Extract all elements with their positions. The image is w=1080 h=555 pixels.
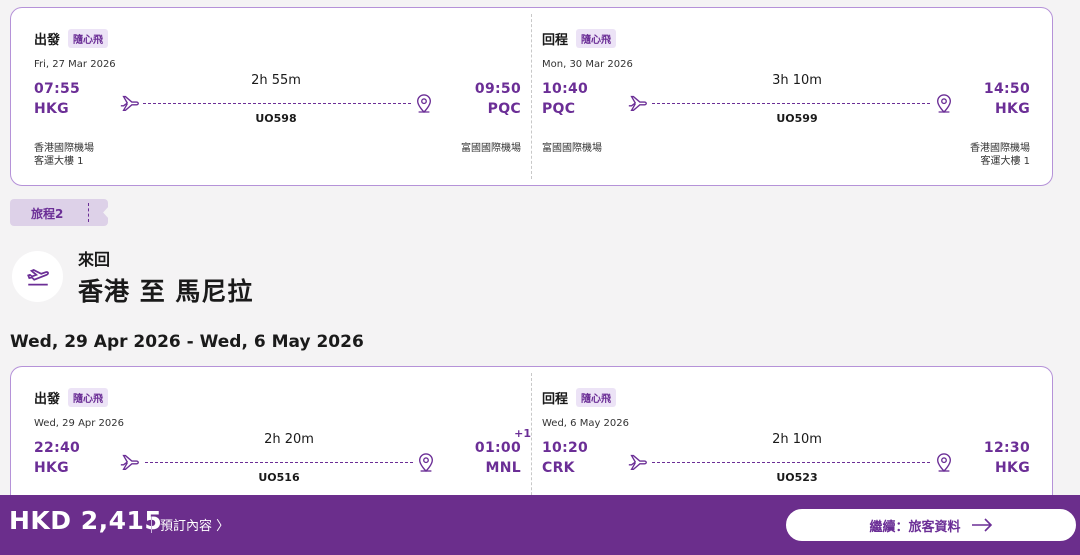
trip1-inbound: 回程 隨心飛 Mon, 30 Mar 2026 10:40 PQC 3h 10m…	[532, 8, 1052, 185]
flight-date: Wed, 6 May 2026	[542, 418, 630, 429]
plane-icon	[628, 95, 647, 112]
continue-label: 繼續：旅客資料	[869, 519, 961, 535]
arrow-right-icon	[971, 518, 992, 532]
location-pin-icon	[937, 94, 951, 113]
location-pin-icon	[419, 453, 433, 472]
day-offset: +1	[514, 427, 531, 440]
fare-badge: 隨心飛	[68, 388, 109, 407]
departure-time: 10:40	[542, 81, 589, 97]
arrival-time: 09:50	[474, 81, 521, 97]
plane-icon	[120, 95, 139, 112]
trip2-tab: 旅程2	[10, 199, 108, 226]
route-line	[652, 462, 930, 463]
departure-airport: 富國國際機場	[542, 143, 602, 154]
arrival-code: PQC	[487, 101, 521, 117]
location-pin-icon	[937, 453, 951, 472]
trip1-card: 出發 隨心飛 Fri, 27 Mar 2026 07:55 HKG 2h 55m…	[10, 7, 1053, 186]
flight-date: Mon, 30 Mar 2026	[542, 59, 633, 70]
divider	[151, 517, 152, 533]
departure-code: CRK	[542, 460, 575, 476]
departure-code: HKG	[34, 101, 69, 117]
leg-title: 出發	[34, 33, 61, 48]
leg-title: 回程	[542, 33, 569, 48]
arrival-code: HKG	[995, 460, 1030, 476]
route-line	[652, 103, 930, 104]
departure-time: 10:20	[542, 440, 589, 456]
leg-title: 出發	[34, 392, 61, 407]
flight-number: UO599	[776, 112, 818, 125]
total-price: HKD 2,415	[9, 506, 163, 535]
departure-time: 22:40	[34, 440, 81, 456]
fare-badge: 隨心飛	[68, 29, 109, 48]
flight-duration: 3h 10m	[772, 73, 822, 88]
arrival-time: 14:50	[983, 81, 1030, 97]
flight-number: UO516	[258, 471, 300, 484]
location-pin-icon	[417, 94, 431, 113]
departure-airport: 香港國際機場 客運大樓 1	[34, 143, 94, 167]
trip-tab-label: 旅程2	[31, 207, 64, 221]
leg-title: 回程	[542, 392, 569, 407]
departure-code: PQC	[542, 101, 576, 117]
continue-button[interactable]: 繼續：旅客資料	[785, 508, 1077, 542]
fare-badge: 隨心飛	[576, 29, 617, 48]
plane-icon	[628, 454, 647, 471]
departure-code: HKG	[34, 460, 69, 476]
arrival-airport: 富國國際機場	[461, 143, 521, 154]
arrival-time: 01:00	[474, 440, 521, 456]
route-type: 來回	[78, 250, 111, 269]
date-range: Wed, 29 Apr 2026 - Wed, 6 May 2026	[10, 332, 364, 352]
route-title: 香港 至 馬尼拉	[78, 277, 254, 306]
flight-duration: 2h 20m	[264, 432, 314, 447]
trip1-outbound: 出發 隨心飛 Fri, 27 Mar 2026 07:55 HKG 2h 55m…	[11, 8, 531, 185]
arrival-airport: 香港國際機場 客運大樓 1	[970, 143, 1030, 167]
flight-number: UO598	[255, 112, 297, 125]
fare-badge: 隨心飛	[576, 388, 617, 407]
route-line	[145, 462, 413, 463]
flight-date: Wed, 29 Apr 2026	[34, 418, 124, 429]
flight-duration: 2h 10m	[772, 432, 822, 447]
arrival-code: MNL	[485, 460, 521, 476]
route-line	[143, 103, 411, 104]
booking-details-link[interactable]: 預訂內容 〉	[160, 515, 229, 534]
flight-duration: 2h 55m	[251, 73, 301, 88]
flight-number: UO523	[776, 471, 818, 484]
checkout-bar: HKD 2,415 預訂內容 〉 繼續：旅客資料	[0, 495, 1080, 555]
departure-time: 07:55	[34, 81, 81, 97]
plane-takeoff-icon	[12, 251, 63, 302]
plane-icon	[120, 454, 139, 471]
flight-date: Fri, 27 Mar 2026	[34, 59, 116, 70]
arrival-code: HKG	[995, 101, 1030, 117]
arrival-time: 12:30	[983, 440, 1030, 456]
